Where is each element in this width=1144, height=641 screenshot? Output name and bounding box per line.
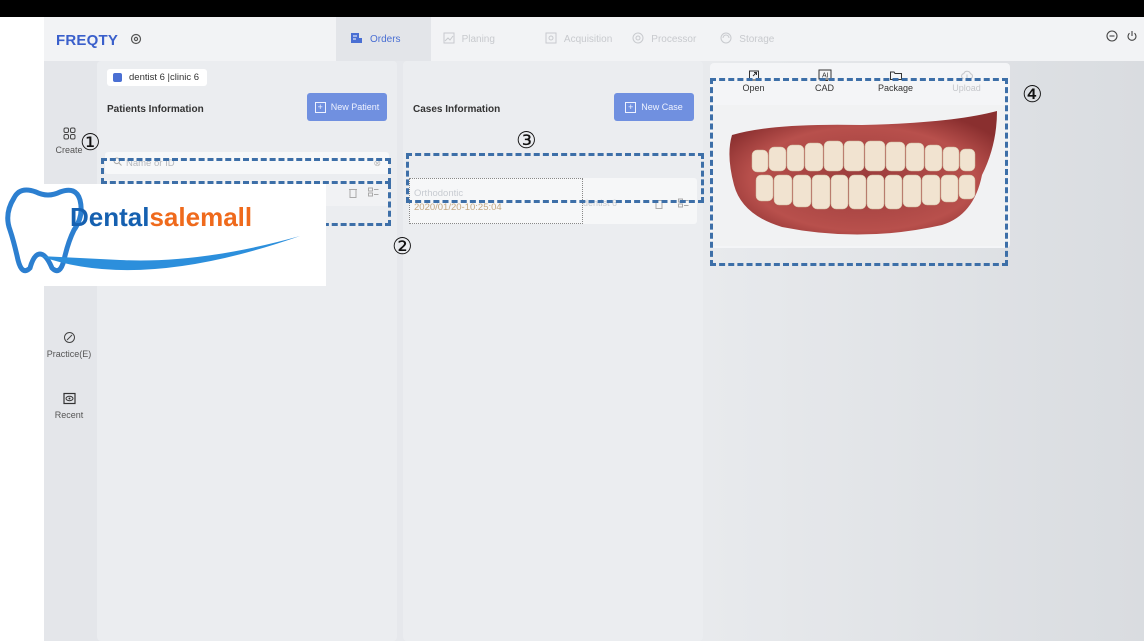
cases-title: Cases Information bbox=[413, 104, 501, 115]
account-chip[interactable]: dentist 6 |clinic 6 bbox=[107, 69, 208, 86]
tab-planning[interactable]: Planing bbox=[431, 17, 521, 61]
rail-item-practice-label: Practice(E) bbox=[46, 349, 92, 359]
eye-icon bbox=[44, 392, 94, 408]
gear-icon[interactable] bbox=[130, 33, 142, 48]
new-patient-label: New Patient bbox=[330, 102, 380, 112]
svg-text:Dentalsalemall: Dentalsalemall bbox=[70, 202, 252, 232]
tab-acquisition-label: Acquisition bbox=[563, 33, 613, 45]
practice-icon bbox=[44, 331, 94, 347]
orders-icon bbox=[350, 32, 363, 47]
watermark-logo: Dentalsalemall bbox=[0, 184, 326, 286]
processor-icon bbox=[632, 32, 644, 47]
patients-title: Patients Information bbox=[107, 104, 204, 115]
watermark-text-b: salemall bbox=[149, 202, 252, 232]
rail-item-recent-label: Recent bbox=[54, 410, 84, 420]
new-case-label: New Case bbox=[641, 102, 683, 112]
annotation-box-3 bbox=[406, 153, 704, 203]
account-icon bbox=[113, 73, 122, 82]
patients-panel: dentist 6 |clinic 6 Patients Information… bbox=[97, 61, 397, 641]
annotation-number-2: ② bbox=[392, 234, 413, 260]
account-label: dentist 6 |clinic 6 bbox=[129, 72, 200, 83]
plus-icon: + bbox=[625, 101, 637, 113]
rail-item-recent[interactable]: Recent bbox=[44, 392, 94, 420]
new-patient-button[interactable]: + New Patient bbox=[307, 93, 387, 121]
case-date: 2020/01/20-10:25:04 bbox=[414, 202, 502, 213]
cases-panel: Cases Information + New Case Orthodontic… bbox=[403, 61, 703, 641]
annotation-box-4 bbox=[710, 78, 1008, 266]
new-case-button[interactable]: + New Case bbox=[614, 93, 694, 121]
tab-storage-label: Storage bbox=[739, 33, 775, 45]
tab-processor[interactable]: Processor bbox=[620, 17, 708, 61]
annotation-number-4: ④ bbox=[1022, 82, 1043, 108]
annotation-number-3: ③ bbox=[516, 128, 537, 154]
power-icon[interactable] bbox=[1126, 30, 1138, 45]
tab-orders[interactable]: Orders bbox=[336, 17, 431, 61]
window-controls bbox=[1106, 30, 1138, 45]
tab-acquisition[interactable]: Acquisition bbox=[521, 17, 620, 61]
watermark-text-a: Dental bbox=[70, 202, 149, 232]
annotation-number-1: ① bbox=[80, 130, 101, 156]
acquisition-icon bbox=[545, 32, 557, 47]
app-header: FREQTY Orders Planing Acquisition Proces… bbox=[44, 17, 1144, 61]
main-nav: Orders Planing Acquisition Processor Sto… bbox=[336, 17, 790, 61]
brand-logo: FREQTY bbox=[56, 32, 119, 49]
tab-processor-label: Processor bbox=[651, 33, 697, 45]
storage-icon bbox=[720, 32, 732, 47]
planning-icon bbox=[443, 32, 455, 47]
tab-orders-label: Orders bbox=[370, 33, 401, 45]
rail-item-practice[interactable]: Practice(E) bbox=[44, 331, 94, 359]
rail-item-create-label: Create bbox=[55, 145, 83, 155]
plus-icon: + bbox=[314, 101, 326, 113]
minimize-icon[interactable] bbox=[1106, 30, 1118, 45]
top-black-bar bbox=[0, 0, 1144, 17]
tab-planning-label: Planing bbox=[461, 33, 495, 45]
tab-storage[interactable]: Storage bbox=[708, 17, 790, 61]
annotation-box-1 bbox=[101, 158, 391, 184]
